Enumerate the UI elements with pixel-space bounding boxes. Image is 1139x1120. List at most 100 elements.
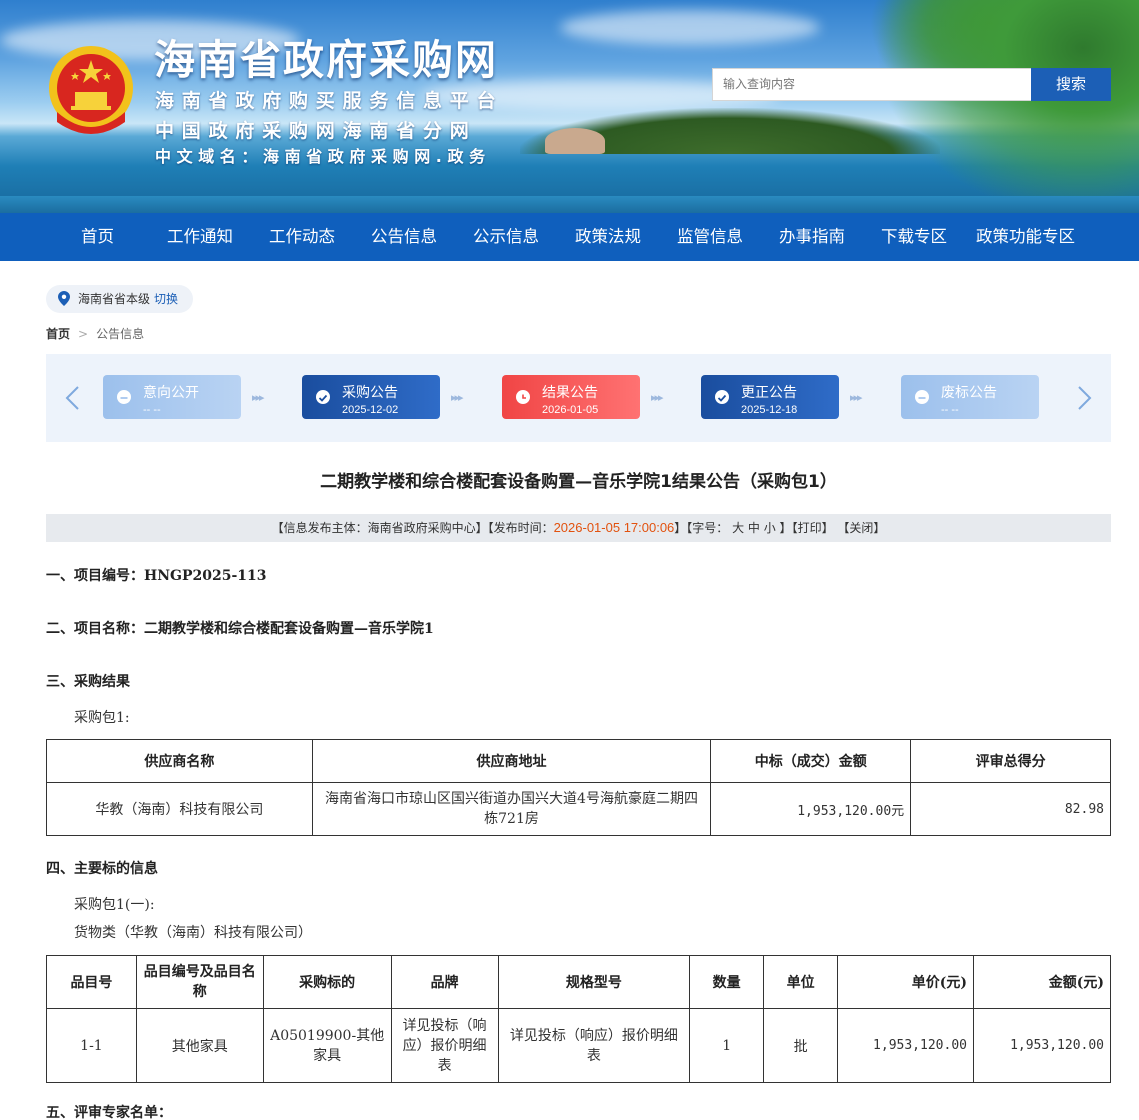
table-cell: 1,953,120.00	[972, 1008, 1112, 1083]
breadcrumb-current[interactable]: 公告信息	[96, 327, 144, 341]
section-expert-list: 五、评审专家名单：	[46, 1105, 172, 1120]
site-domain: 中文域名：海南省政府采购网.政务	[155, 147, 491, 166]
nav-item-work-notice[interactable]: 工作通知	[167, 213, 233, 261]
timeline-step-result[interactable]: 结果公告 2026-01-05	[502, 375, 640, 419]
table-row: 华教（海南）科技有限公司 海南省海口市琼山区国兴街道办国兴大道4号海航豪庭二期四…	[46, 782, 1111, 836]
step-date: -- --	[941, 404, 959, 416]
column-header: 供应商地址	[311, 739, 712, 783]
site-subtitle: 海南省政府购买服务信息平台	[155, 90, 504, 112]
table-cell: 82.98	[910, 782, 1111, 836]
nav-item-work-news[interactable]: 工作动态	[269, 213, 335, 261]
nav-item-policy[interactable]: 政策法规	[575, 213, 641, 261]
site-title: 海南省政府采购网	[154, 36, 498, 84]
column-header: 规格型号	[497, 955, 691, 1009]
column-header: 中标（成交）金额	[710, 739, 912, 783]
pending-icon	[117, 390, 131, 404]
column-header: 品目编号及品目名称	[135, 955, 264, 1009]
nav-item-guide[interactable]: 办事指南	[779, 213, 845, 261]
table-header-row: 供应商名称 供应商地址 中标（成交）金额 评审总得分	[46, 739, 1111, 783]
table-cell: 其他家具	[135, 1008, 264, 1083]
arrow-right-icon: ▸▸▸	[451, 391, 464, 404]
column-header: 金额(元)	[972, 955, 1112, 1009]
arrow-right-icon: ▸▸▸	[850, 391, 863, 404]
nav-item-home[interactable]: 首页	[81, 213, 114, 261]
check-icon	[715, 390, 729, 404]
check-icon	[316, 390, 330, 404]
timeline-step-cancel[interactable]: 废标公告 -- --	[901, 375, 1039, 419]
table-header-row: 品目号 品目编号及品目名称 采购标的 品牌 规格型号 数量 单位 单价(元) 金…	[46, 955, 1112, 1009]
timeline-step-procurement[interactable]: 采购公告 2025-12-02	[302, 375, 440, 419]
step-name: 意向公开	[143, 385, 199, 401]
step-date: 2025-12-18	[741, 404, 798, 416]
step-name: 结果公告	[542, 385, 598, 401]
column-header: 评审总得分	[910, 739, 1111, 783]
breadcrumb: 首页 > 公告信息	[46, 325, 144, 342]
result-table: 供应商名称 供应商地址 中标（成交）金额 评审总得分 华教（海南）科技有限公司 …	[46, 739, 1111, 836]
table-cell: 1,953,120.00元	[710, 782, 912, 836]
nav-item-publicity[interactable]: 公示信息	[473, 213, 539, 261]
nav-item-policy-functions[interactable]: 政策功能专区	[976, 213, 1075, 261]
step-date: -- --	[143, 404, 161, 416]
step-name: 采购公告	[342, 385, 398, 401]
timeline-step-correction[interactable]: 更正公告 2025-12-18	[701, 375, 839, 419]
page-title: 二期教学楼和综合楼配套设备购置—音乐学院1结果公告（采购包1）	[320, 472, 837, 492]
header-banner: 海南省政府采购网 海南省政府购买服务信息平台 中国政府采购网海南省分网 中文域名…	[0, 0, 1139, 213]
section-project-number: 一、项目编号：HNGP2025-113	[46, 568, 267, 584]
goods-type-label: 货物类（华教（海南）科技有限公司）	[74, 925, 312, 941]
process-timeline: 意向公开 -- -- ▸▸▸ 采购公告 2025-12-02 ▸▸▸ 结果公告 …	[46, 354, 1111, 442]
arrow-right-icon: ▸▸▸	[252, 391, 265, 404]
column-header: 数量	[689, 955, 765, 1009]
table-cell: 批	[763, 1008, 839, 1083]
breadcrumb-separator-icon: >	[78, 327, 89, 341]
search-button[interactable]: 搜索	[1031, 68, 1111, 101]
section-main-items: 四、主要标的信息	[46, 861, 158, 877]
step-date: 2025-12-02	[342, 404, 399, 416]
section-project-name: 二、项目名称：二期教学楼和综合楼配套设备购置—音乐学院1	[46, 621, 434, 637]
column-header: 单位	[763, 955, 839, 1009]
font-size-switcher[interactable]: 】【字号： 大 中 小 】	[674, 521, 791, 535]
item-table: 品目号 品目编号及品目名称 采购标的 品牌 规格型号 数量 单位 单价(元) 金…	[46, 955, 1112, 1083]
package-label: 采购包1:	[74, 710, 130, 726]
table-cell: 详见投标（响应）报价明细表	[390, 1008, 499, 1083]
publisher-info: 【信息发布主体：海南省政府采购中心】【发布时间：	[271, 521, 554, 535]
column-header: 采购标的	[262, 955, 392, 1009]
table-cell: A05019900-其他家具	[262, 1008, 392, 1083]
table-cell: 华教（海南）科技有限公司	[46, 782, 313, 836]
region-label: 海南省省本级	[78, 292, 151, 306]
package-label: 采购包1(一):	[74, 897, 155, 913]
search-input[interactable]: 输入查询内容	[712, 68, 1032, 101]
site-subtitle: 中国政府采购网海南省分网	[155, 120, 477, 142]
nav-item-downloads[interactable]: 下载专区	[881, 213, 947, 261]
publish-time: 2026-01-05 17:00:06	[553, 520, 675, 535]
arrow-right-icon: ▸▸▸	[651, 391, 664, 404]
step-name: 废标公告	[941, 385, 997, 401]
national-emblem-icon	[49, 46, 133, 134]
pending-icon	[915, 390, 929, 404]
region-selector: 海南省省本级 切换	[46, 285, 193, 313]
region-switch-link[interactable]: 切换	[154, 292, 178, 306]
column-header: 品目号	[46, 955, 137, 1009]
meta-bar: 【信息发布主体：海南省政府采购中心】【发布时间：2026-01-05 17:00…	[46, 514, 1111, 542]
breadcrumb-home[interactable]: 首页	[46, 327, 70, 341]
column-header: 供应商名称	[46, 739, 313, 783]
chevron-right-icon[interactable]	[1074, 385, 1094, 411]
close-link[interactable]: 【关闭】	[837, 521, 885, 535]
chevron-left-icon[interactable]	[63, 385, 83, 411]
nav-item-announcements[interactable]: 公告信息	[371, 213, 437, 261]
column-header: 单价(元)	[837, 955, 974, 1009]
table-cell: 1-1	[46, 1008, 137, 1083]
step-date: 2026-01-05	[542, 404, 599, 416]
table-cell: 1	[689, 1008, 765, 1083]
table-row: 1-1 其他家具 A05019900-其他家具 详见投标（响应）报价明细表 详见…	[46, 1008, 1112, 1083]
table-cell: 详见投标（响应）报价明细表	[497, 1008, 691, 1083]
location-pin-icon	[58, 291, 70, 306]
table-cell: 海南省海口市琼山区国兴街道办国兴大道4号海航豪庭二期四栋721房	[311, 782, 712, 836]
nav-item-supervision[interactable]: 监管信息	[677, 213, 743, 261]
step-name: 更正公告	[741, 385, 797, 401]
print-link[interactable]: 【打印】	[792, 521, 834, 535]
section-procurement-result: 三、采购结果	[46, 674, 130, 690]
clock-icon	[516, 390, 530, 404]
column-header: 品牌	[390, 955, 499, 1009]
timeline-step-intent[interactable]: 意向公开 -- --	[103, 375, 241, 419]
main-nav: 首页 工作通知 工作动态 公告信息 公示信息 政策法规 监管信息 办事指南 下载…	[0, 213, 1139, 261]
